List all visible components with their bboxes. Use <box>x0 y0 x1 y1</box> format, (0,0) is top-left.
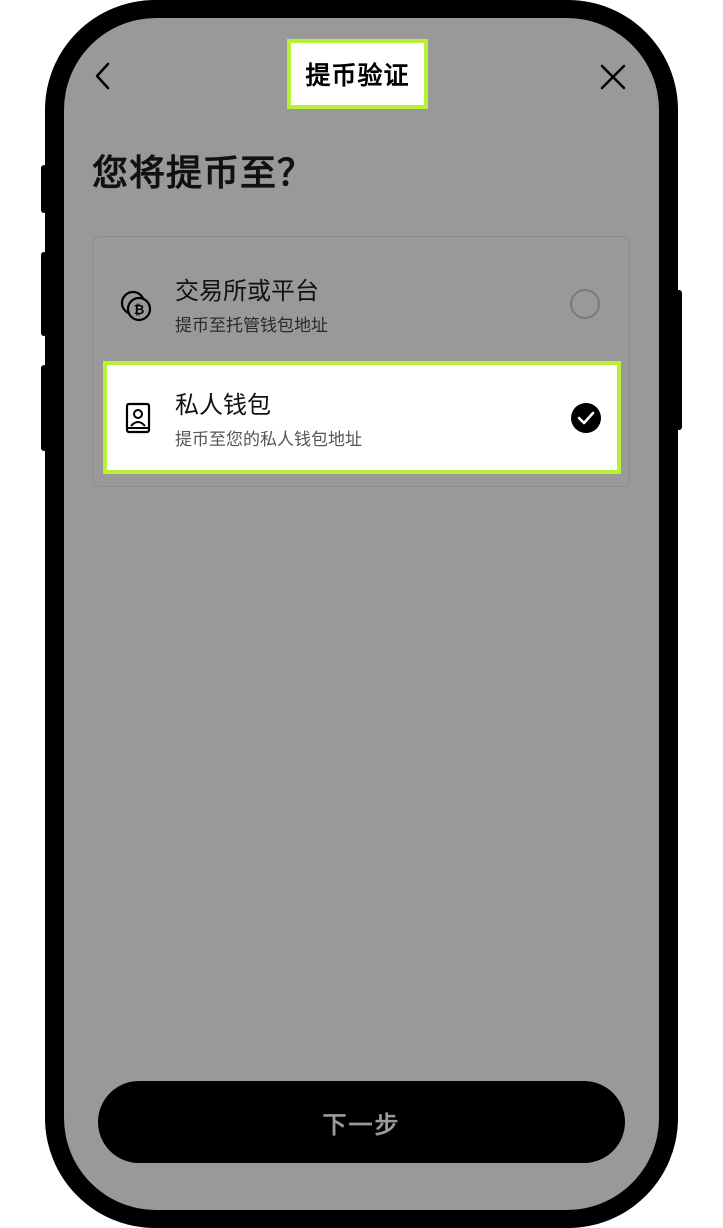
option-exchange-platform[interactable]: ₿ 交易所或平台 提币至托管钱包地址 <box>103 249 621 362</box>
close-icon <box>600 64 626 90</box>
destination-options: ₿ 交易所或平台 提币至托管钱包地址 私人钱包 提币至您的私人钱包地址 <box>92 236 630 487</box>
svg-text:₿: ₿ <box>134 303 145 318</box>
option-title: 交易所或平台 <box>175 277 319 305</box>
wallet-contact-icon <box>125 402 151 434</box>
question-heading: 您将提币至？ <box>92 153 315 194</box>
option-subtitle: 提币至您的私人钱包地址 <box>175 430 362 450</box>
back-button[interactable] <box>88 58 118 94</box>
radio-unselected[interactable] <box>570 289 600 319</box>
page-title: 提币验证 <box>305 61 410 90</box>
stage: 提币验证 您将提币至？ ₿ 交易所或平台 提币至托管钱包地址 私人钱包 提币至您… <box>0 0 723 1228</box>
option-private-wallet[interactable]: 私人钱包 提币至您的私人钱包地址 <box>103 361 621 474</box>
chevron-left-icon <box>95 62 110 90</box>
close-button[interactable] <box>596 60 630 94</box>
checkmark-icon <box>577 411 595 425</box>
page-title-box: 提币验证 <box>287 39 428 109</box>
crypto-coins-icon: ₿ <box>120 290 152 322</box>
app-screen: 提币验证 您将提币至？ ₿ 交易所或平台 提币至托管钱包地址 私人钱包 提币至您… <box>64 18 659 1210</box>
option-subtitle: 提币至托管钱包地址 <box>175 316 328 336</box>
radio-selected[interactable] <box>571 403 601 433</box>
next-step-label: 下一步 <box>322 1111 401 1139</box>
next-step-button[interactable]: 下一步 <box>98 1081 625 1163</box>
option-title: 私人钱包 <box>175 391 271 419</box>
